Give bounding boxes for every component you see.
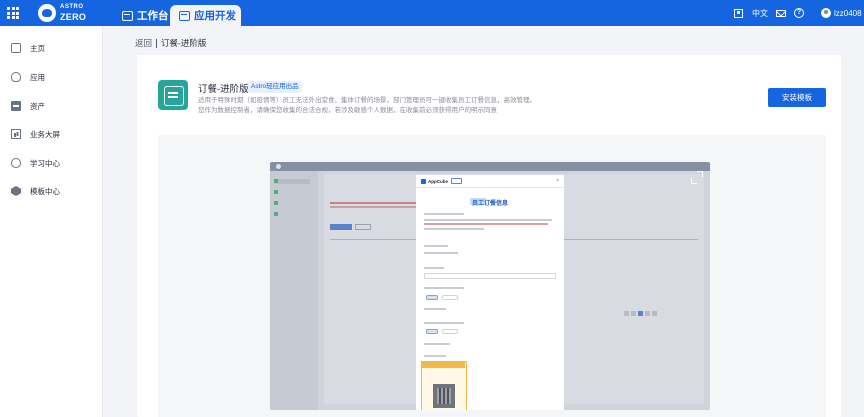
template-app-icon: [158, 80, 188, 110]
qr-code-icon: [433, 384, 455, 408]
app-icon: [11, 72, 21, 82]
sidebar-item-template-center[interactable]: 模板中心: [0, 181, 103, 201]
preview-text-line: [424, 213, 464, 215]
preview-field-value: [424, 252, 458, 254]
preview-sidebar: [270, 171, 318, 410]
preview-text-line: [424, 228, 484, 230]
preview-form-modal: AppCube × 员工订餐信息: [416, 175, 564, 410]
astro-zero-logo[interactable]: ASTRO ZERO: [38, 3, 122, 23]
sidebar-item-home[interactable]: 主页: [0, 38, 103, 58]
preview-qr-code-card: [421, 361, 467, 410]
app-development-icon: [179, 10, 190, 21]
description-line: 您作为数据控制者，请确保您收集的合法合规，若涉及敏感个人数据，在收集前必须获得用…: [198, 107, 497, 114]
logo-text-top: ASTRO: [60, 4, 84, 10]
user-avatar-icon[interactable]: [821, 0, 831, 26]
description-line: 适用于特殊时期（如疫情等）员工无法外出堂食、集体订餐的场景，部门管理员可一键收集…: [198, 97, 536, 104]
expand-icon[interactable]: [690, 170, 704, 184]
sidebar: 主页 应用 资产 业务大屏 学习中心 模板中心: [0, 26, 103, 417]
preview-sidebar-item: [274, 201, 310, 206]
breadcrumb: 返回 订餐-进阶版: [135, 37, 206, 49]
sidebar-item-learning-center[interactable]: 学习中心: [0, 153, 103, 173]
preview-modal-tag: [451, 178, 462, 184]
username[interactable]: lzz0408: [834, 0, 862, 26]
preview-secondary-button: [355, 224, 371, 230]
preview-modal-app-name: AppCube: [428, 179, 448, 184]
sidebar-item-label: 资产: [30, 101, 45, 111]
preview-sidebar-item: [274, 212, 310, 217]
breadcrumb-separator: [156, 38, 158, 48]
preview-primary-button: [330, 224, 352, 230]
preview-radio-option: [442, 329, 458, 334]
asset-icon: [11, 101, 21, 111]
preview-field-label: [424, 308, 446, 310]
preview-input-field: [424, 273, 556, 279]
preview-field-label: [424, 267, 444, 269]
workbench-icon: [122, 10, 133, 21]
preview-sidebar-item: [274, 179, 310, 184]
sidebar-item-label: 模板中心: [30, 186, 60, 196]
preview-modal-header: AppCube ×: [416, 175, 564, 188]
top-navigation-bar: ASTRO ZERO 工作台 应用开发 中文 ? lzz0408: [0, 0, 864, 26]
sidebar-item-apps[interactable]: 应用: [0, 67, 103, 87]
preview-field-label: [424, 355, 446, 357]
tab-app-development[interactable]: 应用开发: [170, 5, 241, 26]
tab-workbench[interactable]: 工作台: [122, 5, 169, 26]
tab-workbench-label: 工作台: [137, 10, 169, 22]
qr-code-icon[interactable]: [734, 0, 744, 26]
template-title: 订餐-进阶版: [198, 84, 249, 95]
learning-icon: [11, 158, 21, 168]
preview-radio-option: [442, 295, 458, 300]
sidebar-item-label: 主页: [30, 43, 45, 53]
mail-icon[interactable]: [776, 0, 786, 26]
template-badge: Astro轻应用出品: [248, 81, 302, 93]
template-description: 适用于特殊时期（如疫情等）员工无法外出堂食、集体订餐的场景，部门管理员可一键收集…: [198, 96, 536, 116]
preview-screenshot[interactable]: AppCube × 员工订餐信息: [270, 162, 710, 410]
preview-topbar: [270, 162, 710, 171]
preview-notice-lines: [330, 202, 420, 204]
home-icon: [11, 43, 21, 53]
preview-modal-title: 员工订餐信息: [471, 201, 508, 207]
sidebar-item-dashboard[interactable]: 业务大屏: [0, 124, 103, 144]
back-link[interactable]: 返回: [135, 37, 152, 49]
preview-sidebar-item: [274, 190, 310, 195]
sidebar-item-label: 业务大屏: [30, 129, 60, 139]
sidebar-item-label: 学习中心: [30, 158, 60, 168]
preview-radio-option: [426, 329, 438, 334]
preview-field-label: [424, 245, 448, 247]
logo-mark-icon: [38, 4, 56, 22]
apps-grid-icon[interactable]: [7, 7, 19, 19]
preview-text-line: [424, 219, 552, 221]
close-icon: ×: [556, 178, 559, 184]
logo-text-bottom: ZERO: [60, 12, 87, 22]
install-template-button[interactable]: 安装模板: [768, 88, 826, 107]
preview-radio-option: [426, 295, 438, 300]
preview-logo-icon: [276, 164, 281, 169]
preview-field-label: [424, 322, 464, 324]
help-icon[interactable]: ?: [794, 0, 804, 26]
preview-pagination: [624, 311, 694, 316]
sidebar-item-assets[interactable]: 资产: [0, 96, 103, 116]
breadcrumb-current: 订餐-进阶版: [161, 38, 207, 48]
dashboard-icon: [11, 129, 21, 139]
template-preview-area: AppCube × 员工订餐信息: [158, 135, 826, 417]
preview-field-label: [424, 343, 450, 345]
preview-modal-logo-icon: [421, 179, 426, 184]
template-icon: [11, 186, 21, 196]
preview-field-label: [424, 287, 464, 289]
template-detail-card: 订餐-进阶版 Astro轻应用出品 适用于特殊时期（如疫情等）员工无法外出堂食、…: [137, 55, 841, 417]
tab-app-development-label: 应用开发: [194, 10, 236, 22]
sidebar-item-label: 应用: [30, 72, 45, 82]
preview-warning-line: [424, 223, 548, 225]
language-switch[interactable]: 中文: [752, 0, 768, 26]
